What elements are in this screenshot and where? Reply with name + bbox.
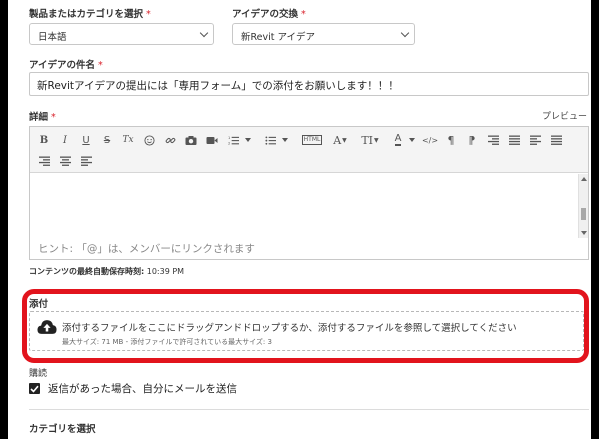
- align-center-icon[interactable]: [57, 153, 73, 169]
- check-icon: [30, 385, 39, 393]
- align-right-icon[interactable]: [485, 132, 501, 148]
- paragraph-ltr-icon[interactable]: ¶: [443, 132, 459, 148]
- details-label: 詳細 *: [29, 112, 56, 123]
- video-icon[interactable]: [204, 132, 220, 148]
- indent-right-icon[interactable]: [36, 153, 52, 169]
- ordered-list-icon[interactable]: 12: [225, 132, 241, 148]
- subject-label: アイデアの件名 *: [29, 60, 103, 71]
- italic-icon[interactable]: I: [57, 132, 73, 148]
- editor-scrollbar[interactable]: [578, 174, 588, 238]
- align-justify-icon[interactable]: [548, 132, 564, 148]
- table-icon[interactable]: [506, 132, 522, 148]
- scroll-up-icon[interactable]: [581, 177, 587, 181]
- text-color-dropdown[interactable]: [408, 132, 416, 148]
- exchange-select-value: 新Revit アイデア: [241, 32, 316, 43]
- unordered-list-icon[interactable]: [262, 132, 278, 148]
- dropzone-limits: 最大サイズ: 71 MB - 添付ファイルで許可されている最大サイズ: 3: [62, 338, 272, 346]
- file-dropzone[interactable]: 添付するファイルをここにドラッグアンドドロップするか、添付するファイルを参照して…: [29, 311, 584, 351]
- editor-toolbar: B I U S Tx 12 HTML A ▼ TI ▼ A </> ¶ ¶: [30, 127, 588, 173]
- html-icon[interactable]: HTML: [300, 132, 324, 148]
- strikethrough-icon[interactable]: S: [99, 132, 115, 148]
- cloud-upload-icon: [37, 320, 57, 334]
- autosave-label: コンテンツの最終自動保存時刻:: [29, 267, 145, 276]
- chevron-down-icon: [199, 28, 209, 38]
- subscribe-label: 購読: [29, 369, 48, 379]
- autosave-time: 10:39 PM: [146, 267, 185, 276]
- unordered-list-dropdown[interactable]: [281, 132, 289, 148]
- email-notify-label[interactable]: 返信があった場合、自分にメールを送信: [48, 381, 237, 396]
- dropzone-text: 添付するファイルをここにドラッグアンドドロップするか、添付するファイルを参照して…: [62, 323, 517, 334]
- category-label: カテゴリを選択: [29, 424, 96, 435]
- code-icon[interactable]: </>: [422, 132, 438, 148]
- rich-text-editor: B I U S Tx 12 HTML A ▼ TI ▼ A </> ¶ ¶ ヒン…: [29, 126, 589, 260]
- align-left-icon[interactable]: [527, 132, 543, 148]
- font-size-icon[interactable]: TI ▼: [360, 132, 380, 148]
- font-icon[interactable]: A ▼: [332, 132, 348, 148]
- link-icon[interactable]: [162, 132, 178, 148]
- camera-icon[interactable]: [183, 132, 199, 148]
- svg-text:2: 2: [228, 141, 230, 145]
- editor-hint: ヒント: 「@」は、メンバーにリンクされます: [38, 243, 255, 255]
- bold-icon[interactable]: B: [36, 132, 52, 148]
- form-canvas: 製品またはカテゴリを選択 * 日本語 アイデアの交換 * 新Revit アイデア ア…: [8, 0, 591, 439]
- indent-left-icon[interactable]: [78, 153, 94, 169]
- paragraph-rtl-icon[interactable]: ¶: [464, 132, 480, 148]
- underline-icon[interactable]: U: [78, 132, 94, 148]
- ordered-list-dropdown[interactable]: [244, 132, 252, 148]
- product-select-value: 日本語: [38, 32, 67, 43]
- exchange-select[interactable]: 新Revit アイデア: [232, 23, 415, 45]
- scroll-down-icon[interactable]: [581, 231, 587, 235]
- scroll-thumb[interactable]: [581, 208, 586, 220]
- preview-link[interactable]: プレビュー: [542, 109, 587, 122]
- product-label: 製品またはカテゴリを選択 *: [29, 9, 151, 20]
- text-color-icon[interactable]: A: [390, 132, 406, 148]
- section-divider: [29, 409, 589, 410]
- autosave-status: コンテンツの最終自動保存時刻: 10:39 PM: [29, 266, 184, 277]
- subject-input[interactable]: 新Revitアイデアの提出には「専用フォーム」での添付をお願いします！！！: [29, 72, 589, 96]
- chevron-down-icon: [400, 28, 410, 38]
- emoji-icon[interactable]: [141, 132, 157, 148]
- product-select[interactable]: 日本語: [29, 23, 214, 45]
- exchange-label: アイデアの交換 *: [232, 9, 306, 20]
- email-notify-checkbox[interactable]: [29, 383, 40, 394]
- clear-format-icon[interactable]: Tx: [120, 132, 136, 148]
- editor-text-area[interactable]: ヒント: 「@」は、メンバーにリンクされます: [30, 174, 588, 259]
- attach-label: 添付: [29, 299, 49, 310]
- svg-text:1: 1: [228, 136, 230, 140]
